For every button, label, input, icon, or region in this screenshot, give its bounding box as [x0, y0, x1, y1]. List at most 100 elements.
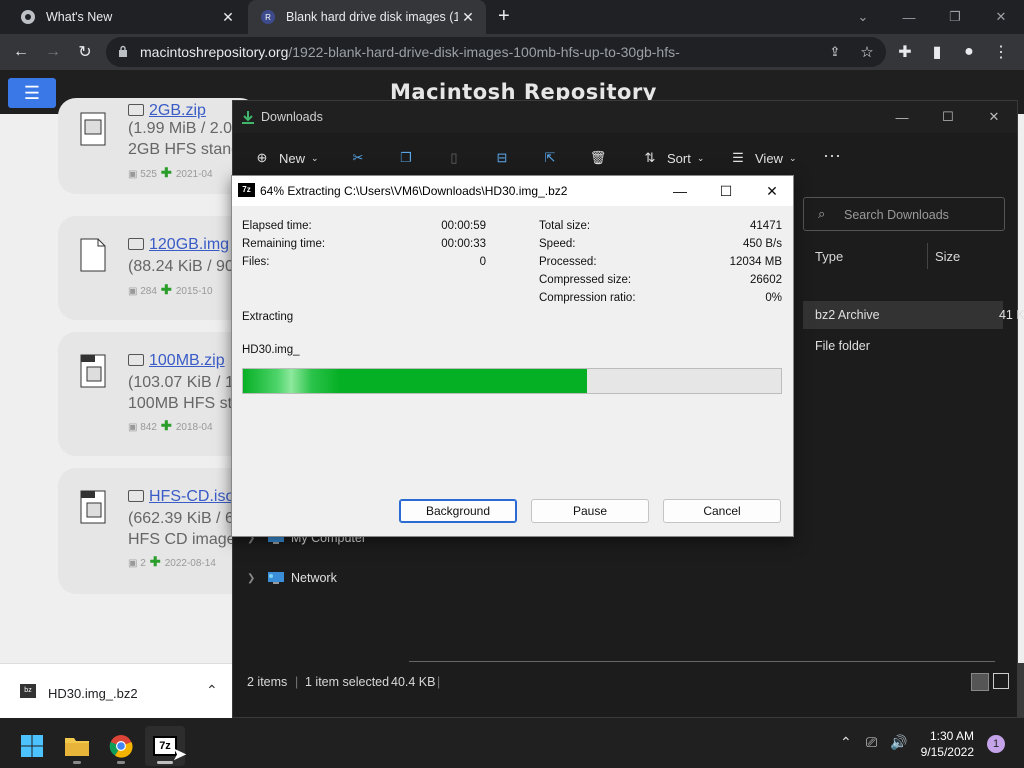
more-options-icon[interactable]: ··· [823, 145, 841, 166]
minimize-icon[interactable]: — [657, 176, 703, 206]
forward-icon[interactable]: → [42, 41, 64, 63]
taskbar-file-explorer[interactable] [57, 726, 97, 766]
volume-icon[interactable]: 🔊 [890, 734, 907, 751]
cut-button[interactable]: ✂ [349, 149, 375, 167]
file-description: 2GB HFS stand [128, 141, 241, 158]
file-row[interactable]: bz2 Archive 41 KB [803, 301, 1024, 329]
column-type[interactable]: Type [815, 249, 843, 264]
sevenzip-icon: 7z [238, 183, 255, 197]
file-type: File folder [815, 339, 870, 353]
total-size-value: 41471 [750, 220, 782, 232]
file-size: (103.07 KiB / 1 [128, 374, 234, 391]
hamburger-menu-button[interactable]: ☰ [8, 78, 56, 108]
close-tab-icon[interactable]: ✕ [458, 9, 478, 26]
explorer-status-bar: 2 items | 1 item selected 40.4 KB | [233, 671, 1017, 693]
mouse-cursor-icon: ➤ [172, 744, 188, 764]
search-downloads-input[interactable]: ⌕ Search Downloads [803, 197, 1005, 231]
zip-file-icon [80, 490, 106, 524]
view-button[interactable]: ☰ View ⌄ [729, 149, 796, 167]
chrome-icon [109, 735, 133, 758]
maximize-icon[interactable]: ☐ [703, 176, 749, 206]
compression-ratio-value: 0% [765, 292, 782, 304]
folder-icon [128, 490, 144, 502]
details-view-icon[interactable] [971, 673, 989, 691]
nav-network[interactable]: ❯ Network [247, 571, 337, 585]
start-button[interactable] [12, 726, 52, 766]
operation-status: Extracting [242, 311, 294, 323]
close-window-icon[interactable]: ✕ [971, 101, 1017, 133]
clock-date: 9/15/2022 [920, 745, 974, 759]
compressed-size-label: Compressed size: [539, 274, 632, 286]
chrome-menu-icon[interactable]: ⋮ [990, 41, 1012, 63]
background-button[interactable]: Background [399, 499, 517, 523]
close-window-icon[interactable]: ✕ [978, 0, 1024, 34]
file-link[interactable]: 100MB.zip [128, 352, 225, 370]
bookmark-star-icon[interactable]: ☆ [856, 41, 878, 63]
elapsed-time-label: Elapsed time: [242, 220, 312, 232]
delete-button[interactable]: 🗑 [589, 149, 615, 167]
restore-icon[interactable]: ❐ [932, 0, 978, 34]
add-circle-icon: ⊕ [256, 150, 268, 165]
selected-count: 1 item selected [305, 675, 390, 689]
file-size: (88.24 KiB / 90 [128, 258, 234, 275]
chevron-right-icon: ❯ [247, 572, 256, 584]
close-icon[interactable]: ✕ [749, 176, 795, 206]
file-card: HFS-CD.iso (662.39 KiB / 6 HFS CD image … [58, 468, 258, 594]
file-link[interactable]: 2GB.zip [128, 102, 206, 120]
url-text: macintoshrepository.org/1922-blank-hard-… [140, 44, 680, 60]
pause-button[interactable]: Pause [531, 499, 649, 523]
rename-button[interactable]: ⊟ [493, 149, 519, 167]
remaining-time-label: Remaining time: [242, 238, 326, 250]
clock-time: 1:30 AM [929, 729, 974, 743]
new-tab-icon[interactable]: + [498, 6, 510, 26]
profile-icon[interactable]: ● [958, 41, 980, 63]
extraction-progress-bar [242, 368, 782, 394]
extensions-icon[interactable]: ✚ [894, 41, 916, 63]
taskbar-chrome[interactable] [101, 726, 141, 766]
cancel-button[interactable]: Cancel [663, 499, 781, 523]
files-label: Files: [242, 256, 270, 268]
tab-whats-new[interactable]: What's New ✕ [8, 0, 246, 34]
explorer-command-bar: ⊕ New ⌄ ✂ ❐ ▯ ⊟ ⇱ 🗑 ⇅ Sort ⌄ ☰ View ⌄ ··· [233, 141, 1017, 179]
back-icon[interactable]: ← [10, 41, 32, 63]
share-button[interactable]: ⇱ [541, 149, 567, 167]
network-icon[interactable]: ⎚ [866, 734, 877, 751]
file-link[interactable]: HFS-CD.iso [128, 488, 234, 506]
tiles-view-icon[interactable] [993, 673, 1009, 689]
remaining-time-value: 00:00:33 [441, 238, 486, 250]
file-link[interactable]: 120GB.img [128, 236, 229, 254]
bz2-file-icon: bz [20, 684, 36, 698]
speed-value: 450 B/s [743, 238, 782, 250]
share-icon[interactable]: ⇪ [824, 41, 846, 63]
close-tab-icon[interactable]: ✕ [218, 9, 238, 26]
paste-button[interactable]: ▯ [445, 149, 471, 167]
copy-button[interactable]: ❐ [397, 149, 423, 167]
reload-icon[interactable]: ↻ [74, 41, 96, 63]
download-item[interactable]: HD30.img_.bz2 [48, 686, 138, 701]
total-size-label: Total size: [539, 220, 591, 232]
notification-badge[interactable]: 1 [987, 735, 1005, 753]
file-size: (662.39 KiB / 6 [128, 510, 234, 527]
new-button[interactable]: ⊕ New ⌄ [253, 149, 319, 167]
share-icon: ⇱ [544, 150, 556, 165]
system-clock[interactable]: 1:30 AM 9/15/2022 [912, 728, 974, 760]
tab-blank-hard-drive[interactable]: R Blank hard drive disk images (10 ✕ [248, 0, 486, 34]
sort-button[interactable]: ⇅ Sort ⌄ [641, 149, 705, 167]
browser-toolbar: ← → ↻ macintoshrepository.org/1922-blank… [0, 34, 1024, 70]
minimize-icon[interactable]: — [879, 101, 925, 133]
chevron-up-icon[interactable]: ⌃ [206, 682, 218, 699]
file-row[interactable]: File folder [803, 339, 1003, 359]
file-meta: ▣ 525 ✚ 2021-04 [128, 165, 213, 180]
progress-fill [243, 369, 588, 393]
horizontal-scrollbar[interactable] [409, 661, 995, 662]
column-size[interactable]: Size [935, 249, 960, 264]
tab-search-icon[interactable]: ⌄ [840, 0, 886, 34]
file-size: 41 KB [998, 308, 1024, 322]
maximize-icon[interactable]: ☐ [925, 101, 971, 133]
address-bar[interactable]: macintoshrepository.org/1922-blank-hard-… [106, 37, 886, 67]
minimize-icon[interactable]: — [886, 0, 932, 34]
side-panel-icon[interactable]: ▮ [926, 41, 948, 63]
chevron-up-icon[interactable]: ⌃ [840, 734, 852, 751]
browser-tab-bar: What's New ✕ R Blank hard drive disk ima… [0, 0, 1024, 34]
lock-icon [119, 45, 127, 57]
